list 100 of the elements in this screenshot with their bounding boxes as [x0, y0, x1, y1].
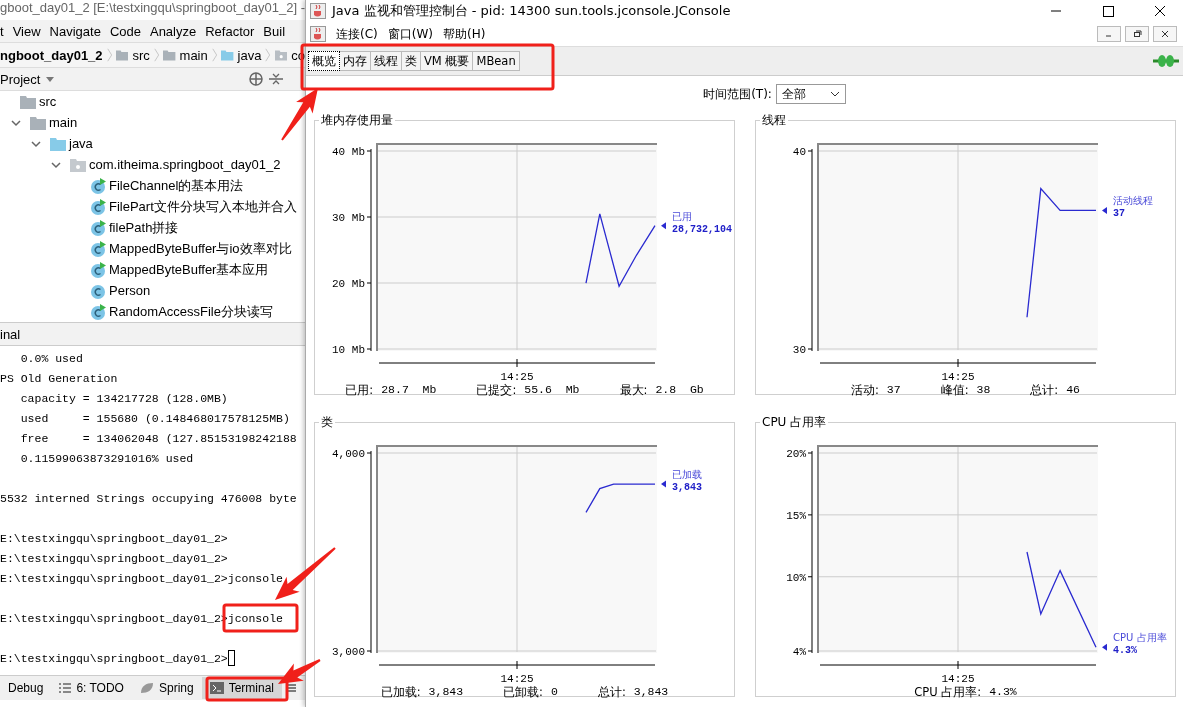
stat-label: 已加载:: [380, 685, 421, 700]
stat-value: 28.7 Mb: [381, 383, 437, 398]
tool-window-tab[interactable]: Spring: [131, 677, 202, 699]
series-label: 已加载: [672, 469, 702, 481]
runnable-class-icon: [90, 177, 106, 194]
terminal-line: E:\testxingqu\springboot_day01_2>: [0, 531, 228, 545]
chevron-right-icon: [106, 46, 112, 64]
stat-value: 3,843: [428, 685, 464, 700]
window-title: Java 监视和管理控制台 - pid: 14300 sun.tools.jconsole.JConsole: [332, 2, 731, 20]
menu-item[interactable]: Buil: [263, 23, 286, 39]
menu-item[interactable]: 连接(C): [336, 25, 378, 43]
stat-label: CPU 占用率:: [914, 685, 982, 700]
series-value: 28,732,104: [672, 223, 732, 235]
series-value: 37: [1113, 208, 1125, 220]
menu-item[interactable]: Analyze: [149, 23, 197, 39]
axis-label: 40: [792, 146, 806, 158]
breadcrumb-item[interactable]: main: [179, 47, 208, 63]
tree-item[interactable]: MappedByteBuffer与io效率对比: [109, 239, 292, 258]
tree-item[interactable]: Person: [109, 283, 151, 298]
tab[interactable]: 内存: [340, 51, 371, 71]
panel-title: 线程: [761, 112, 787, 129]
field-label: 时间范围(T):: [703, 85, 772, 103]
series-value: 4.3%: [1113, 645, 1137, 657]
collapse-icon[interactable]: [269, 72, 283, 86]
time-range-dropdown[interactable]: 全部: [775, 84, 846, 104]
series-label: 已用: [672, 210, 692, 222]
tab[interactable]: VM 概要: [421, 51, 474, 71]
tab[interactable]: 类: [402, 51, 421, 71]
close-icon[interactable]: [1153, 26, 1177, 42]
tool-window-tab[interactable]: 6: TODO: [51, 677, 132, 699]
tree-item[interactable]: MappedByteBuffer基本应用: [109, 260, 269, 279]
terminal-line: 5532 interned Strings occupying 476008 byte: [0, 491, 297, 505]
menu-item[interactable]: 帮助(H): [443, 25, 486, 43]
menu-item[interactable]: Navigate: [49, 23, 101, 39]
menu-item[interactable]: Refactor: [205, 23, 255, 39]
terminal-line: E:\testxingqu\springboot_day01_2>jconsole: [0, 571, 283, 585]
class-icon: [90, 282, 106, 299]
stat-value: 37: [886, 383, 901, 398]
stat-label: 已提交:: [476, 383, 517, 398]
axis-label: 14:25: [941, 673, 975, 683]
panel-title: 堆内存使用量: [320, 112, 394, 129]
breadcrumb-item[interactable]: ngboot_day01_2: [0, 47, 103, 63]
runnable-class-icon: [90, 219, 106, 236]
breadcrumb-item[interactable]: src: [132, 47, 150, 63]
menu-item[interactable]: 窗口(W): [387, 25, 433, 43]
stat-value: 55.6 Mb: [524, 383, 580, 398]
folder-icon: [50, 136, 66, 151]
terminal-line: PS Old Generation: [0, 371, 118, 385]
tab[interactable]: 线程: [371, 51, 402, 71]
axis-label: 30 Mb: [332, 212, 365, 224]
tree-item[interactable]: RandomAccessFile分块读写: [109, 302, 273, 321]
caret-down-icon[interactable]: [46, 76, 55, 82]
tool-window-tab[interactable]: Debug: [0, 677, 52, 699]
chevron-right-icon: [211, 46, 218, 64]
tree-item[interactable]: com.itheima.springboot_day01_2: [89, 157, 281, 172]
pointer-icon: [1102, 643, 1107, 651]
panel-title[interactable]: Project: [0, 71, 41, 87]
restore-icon[interactable]: [1125, 26, 1149, 42]
axis-label: 10 Mb: [332, 344, 365, 356]
stat-label: 已卸载:: [503, 685, 543, 700]
stat-label: 峰值:: [940, 383, 969, 398]
leaf-icon: [139, 682, 154, 694]
tree-item[interactable]: main: [49, 115, 78, 130]
breadcrumb-item[interactable]: java: [237, 47, 262, 63]
axis-label: 14:25: [941, 371, 975, 381]
tree-item[interactable]: java: [69, 136, 93, 151]
axis-label: 4%: [792, 646, 806, 658]
folder-icon: [163, 48, 176, 62]
package-icon: [274, 48, 288, 62]
stat-label: 活动:: [850, 383, 879, 398]
arrow: [281, 88, 318, 141]
coffee-cup-icon: [310, 26, 326, 42]
tab[interactable]: MBean: [473, 51, 520, 71]
axis-label: 14:25: [500, 371, 534, 381]
axis-label: 4,000: [332, 448, 365, 460]
tree-item[interactable]: filePath拼接: [109, 218, 179, 237]
list-icon: [59, 683, 72, 693]
menu-item[interactable]: View: [12, 23, 41, 39]
axis-label: 30: [792, 344, 806, 356]
terminal-icon: [209, 682, 224, 694]
runnable-class-icon: [90, 198, 106, 215]
stat-value: 46: [1066, 383, 1081, 398]
tree-item[interactable]: FileChannel的基本用法: [109, 176, 244, 195]
panel-title: CPU 占用率: [761, 414, 828, 431]
menu-item[interactable]: t: [0, 23, 4, 39]
tree-item[interactable]: src: [39, 94, 57, 109]
menu-icon[interactable]: [286, 683, 296, 693]
tree-item[interactable]: FilePart文件分块写入本地并合入: [109, 197, 297, 216]
chevron-right-icon: [153, 46, 160, 64]
stat-value: 0: [551, 685, 558, 700]
tab[interactable]: 概览: [308, 51, 340, 71]
stat-value: 3,843: [633, 685, 669, 700]
terminal-line: 0.0% used: [19, 351, 83, 365]
stat-label: 已用:: [345, 383, 374, 398]
terminal-line: E:\testxingqu\springboot_day01_2>: [0, 551, 228, 565]
menu-item[interactable]: Code: [109, 23, 141, 39]
series-label: CPU 占用率: [1113, 632, 1167, 644]
target-icon[interactable]: [249, 72, 263, 86]
caret-down-icon: [829, 91, 840, 97]
stat-value: 4.3%: [989, 685, 1017, 700]
